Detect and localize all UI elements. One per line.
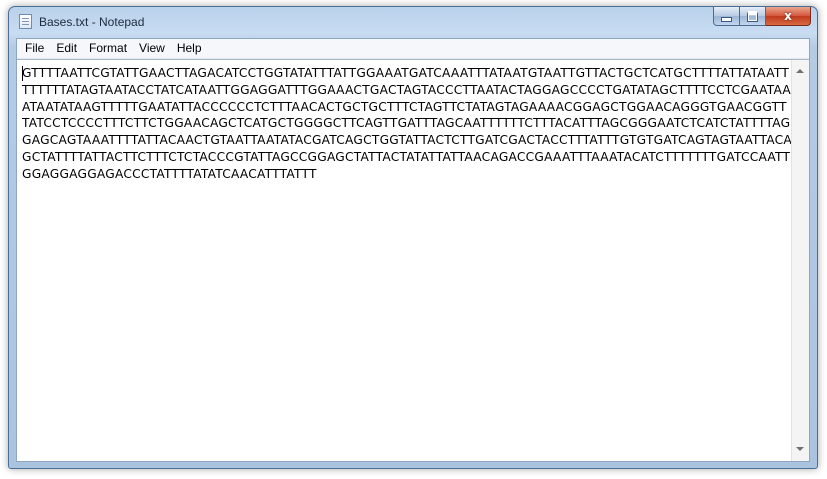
caption-buttons: x (713, 7, 811, 27)
scroll-down-icon[interactable] (796, 447, 804, 451)
client-area: File Edit Format View Help GTTTTAATTCGTA… (16, 38, 810, 462)
notepad-window: Bases.txt - Notepad x File Edit Format V… (8, 6, 818, 469)
menu-help[interactable]: Help (171, 39, 208, 58)
menu-view[interactable]: View (133, 39, 171, 58)
menu-format[interactable]: Format (83, 39, 133, 58)
close-button[interactable]: x (766, 7, 811, 26)
close-icon: x (784, 9, 792, 23)
maximize-button[interactable] (740, 7, 766, 26)
maximize-icon (747, 10, 758, 22)
window-title: Bases.txt - Notepad (39, 15, 145, 29)
text-caret (22, 66, 23, 81)
minimize-button[interactable] (713, 7, 740, 26)
minimize-icon (721, 16, 732, 22)
scroll-up-icon[interactable] (796, 69, 804, 73)
notepad-icon[interactable] (19, 14, 32, 29)
document-text[interactable]: GTTTTAATTCGTATTGAACTTAGACATCCTGGTATATTTA… (22, 65, 792, 461)
menu-edit[interactable]: Edit (50, 39, 83, 58)
menu-file[interactable]: File (17, 39, 50, 58)
title-bar[interactable]: Bases.txt - Notepad x (9, 7, 817, 37)
vertical-scrollbar[interactable] (791, 60, 809, 461)
text-editor[interactable]: GTTTTAATTCGTATTGAACTTAGACATCCTGGTATATTTA… (17, 59, 809, 461)
menu-bar: File Edit Format View Help (17, 39, 809, 59)
